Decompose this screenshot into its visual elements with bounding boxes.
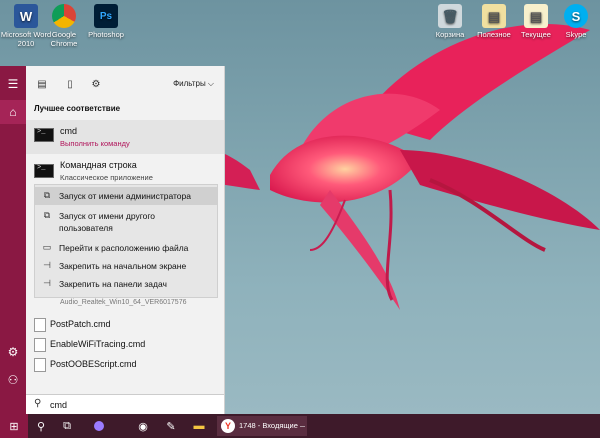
person-icon: ⚇ [7,373,19,387]
desktop-icon-skype[interactable]: S Skype [550,4,600,39]
run-as-other-user-item[interactable]: ⧉ Запуск от имени другого пользователя [35,207,217,237]
pin-icon: ⊣ [43,260,51,270]
desktop-icon-photoshop[interactable]: Ps Photoshop [80,4,132,39]
recycle-bin-icon: 🗑 [438,4,462,28]
windows-icon: ⊞ [9,420,19,433]
hamburger-menu-button[interactable]: ☰ [0,72,26,96]
file-explorer-button[interactable]: ▬ [188,414,210,438]
home-icon: ⌂ [9,105,17,119]
window-title: 1748 - Входящие —... [239,421,305,430]
document-icon: ▯ [67,78,73,90]
desktop-icon-label: Текущее [521,30,551,39]
document-icon: ▤ [482,4,506,28]
desktop-icon-label: Google Chrome [50,30,78,48]
task-view-icon: ⧉ [63,419,71,432]
file-icon [34,358,46,372]
file-icon [34,338,46,352]
pin-to-start-item[interactable]: ⊣ Закрепить на начальном экране [35,257,217,275]
cortana-button[interactable] [88,414,110,438]
file-name: PostPatch.cmd [50,319,111,329]
result-sub: Выполнить команду [60,139,130,148]
skype-icon: S [564,4,588,28]
faded-result[interactable]: Audio_Realtek_Win10_64_VER6017576 [60,299,186,306]
file-name: EnableWiFiTracing.cmd [50,339,146,349]
feedback-button[interactable]: ⚇ [0,368,26,392]
menu-item-label: Запуск от имени администратора [59,191,191,201]
photoshop-icon: Ps [94,4,118,28]
hamburger-icon: ☰ [7,77,19,91]
taskbar-app-1[interactable]: ◉ [132,414,154,438]
word-icon: W [14,4,38,28]
search-scope-bar: ▤ ▯ ⚙ Фильтры ⌵ [26,66,224,102]
filters-dropdown[interactable]: Фильтры ⌵ [173,79,214,89]
settings-button[interactable]: ⚙ [0,340,26,364]
task-view-button[interactable]: ⧉ [56,414,78,438]
search-input[interactable]: cmd [50,400,67,410]
apps-icon: ▤ [37,78,47,90]
best-match-heading: Лучшее соответствие [34,104,121,113]
command-prompt-item[interactable]: Командная строка Классическое приложение [26,158,224,184]
menu-item-label-cont: пользователя [59,223,113,233]
settings-scope-button[interactable]: ⚙ [88,76,104,92]
desktop-icon-label: Корзина [435,30,465,39]
filters-label: Фильтры [173,79,206,88]
desktop-icon-label: Skype [565,30,587,39]
context-menu: ⧉ Запуск от имени администратора ⧉ Запус… [34,184,218,298]
app-icon: ✎ [166,420,176,433]
search-icon: ⚲ [34,398,42,409]
gear-icon: ⚙ [91,78,101,90]
search-icon: ⚲ [36,420,46,433]
desktop-icon-label: Полезное [477,30,511,39]
start-button[interactable]: ⊞ [0,414,28,438]
cmd-icon [34,128,54,142]
folder-icon: ▬ [193,420,205,432]
start-rail: ☰ ⌂ ⚙ ⚇ [0,66,26,414]
cmd-icon [34,164,54,178]
search-button[interactable]: ⚲ [30,414,52,438]
file-icon [34,318,46,332]
file-result-item[interactable]: PostPatch.cmd [26,316,224,334]
desktop-icon-label: Photoshop [88,30,124,39]
taskbar-app-2[interactable]: ✎ [160,414,182,438]
folder-icon: ▭ [42,242,52,252]
document-icon: ▤ [524,4,548,28]
result-name: Командная строка [60,160,137,170]
menu-item-label: Запуск от имени другого [59,211,155,221]
file-result-item[interactable]: EnableWiFiTracing.cmd [26,336,224,354]
taskbar-yandex-browser[interactable]: Y 1748 - Входящие —... [217,416,307,436]
documents-scope-button[interactable]: ▯ [62,76,78,92]
search-box[interactable]: ⚲ cmd [26,394,224,415]
pin-to-taskbar-item[interactable]: ⊣ Закрепить на панели задач [35,275,217,293]
chrome-icon [52,4,76,28]
window-icon: ⧉ [43,210,51,220]
home-button[interactable]: ⌂ [0,100,26,124]
gear-icon: ⚙ [7,345,19,359]
menu-item-label: Перейти к расположению файла [59,243,189,253]
file-name: PostOOBEScript.cmd [50,359,137,369]
result-sub: Классическое приложение [60,173,153,182]
menu-item-label: Закрепить на начальном экране [59,261,187,271]
pin-icon: ⊣ [43,278,51,288]
best-match-item[interactable]: cmd Выполнить команду [26,120,224,154]
run-as-admin-item[interactable]: ⧉ Запуск от имени администратора [35,187,217,205]
apps-scope-button[interactable]: ▤ [34,76,50,92]
shield-window-icon: ⧉ [43,190,51,200]
file-result-item[interactable]: PostOOBEScript.cmd [26,356,224,374]
search-results-panel: ▤ ▯ ⚙ Фильтры ⌵ Лучшее соответствие cmd … [26,66,225,415]
result-name: cmd [60,126,78,136]
taskbar: ⊞ ⚲ ⧉ ◉ ✎ ▬ Y 1748 - Входящие —... [0,414,600,438]
app-icon: ◉ [138,420,148,433]
cortana-icon [94,421,104,431]
open-file-location-item[interactable]: ▭ Перейти к расположению файла [35,239,217,257]
yandex-icon: Y [221,419,235,433]
menu-item-label: Закрепить на панели задач [59,279,167,289]
chevron-down-icon: ⌵ [207,79,214,88]
